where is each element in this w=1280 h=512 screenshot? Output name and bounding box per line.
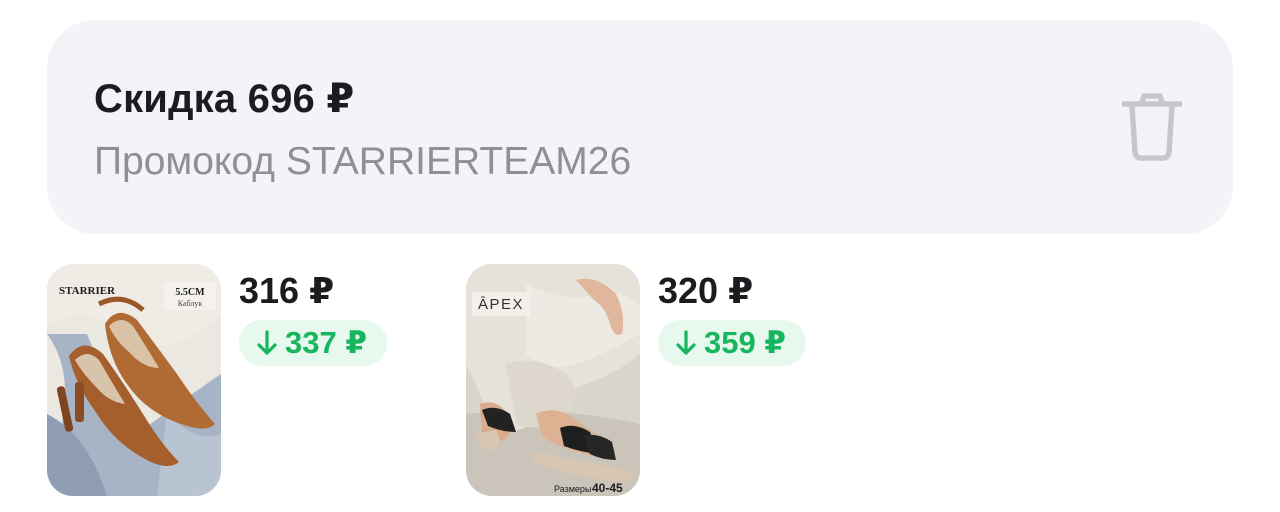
product-old-price-1: 337 ₽ [285, 325, 367, 360]
product-photo-1: STARRIER 5.5CM Каблук [47, 264, 221, 496]
product-image-2[interactable]: ĀPEX Размеры 40-45 [466, 264, 640, 496]
promo-code-text: Промокод STARRIERTEAM26 [94, 140, 632, 183]
promo-card: Скидка 696 ₽ Промокод STARRIERTEAM26 [47, 20, 1233, 234]
product-image-brand-2: ĀPEX [478, 296, 524, 313]
product-image-size-label-2: Размеры [554, 484, 591, 494]
product-price-2: 320 ₽ [658, 270, 754, 311]
promo-discount-title: Скидка 696 ₽ [94, 77, 355, 121]
product-price-1: 316 ₽ [239, 270, 335, 311]
delete-promo-button[interactable] [1120, 92, 1184, 164]
product-image-brand-1: STARRIER [59, 285, 116, 297]
product-old-price-badge-1: 337 ₽ [239, 320, 387, 366]
product-image-badge-sub-1: Каблук [178, 299, 203, 308]
product-image-size-value-2: 40-45 [592, 481, 623, 495]
product-image-1[interactable]: STARRIER 5.5CM Каблук [47, 264, 221, 496]
arrow-down-icon [676, 330, 696, 355]
product-old-price-2: 359 ₽ [704, 325, 786, 360]
product-photo-2: ĀPEX Размеры 40-45 [466, 264, 640, 496]
product-image-badge-1: 5.5CM [175, 287, 205, 298]
product-old-price-badge-2: 359 ₽ [658, 320, 806, 366]
arrow-down-icon [257, 330, 277, 355]
trash-icon [1121, 93, 1183, 161]
